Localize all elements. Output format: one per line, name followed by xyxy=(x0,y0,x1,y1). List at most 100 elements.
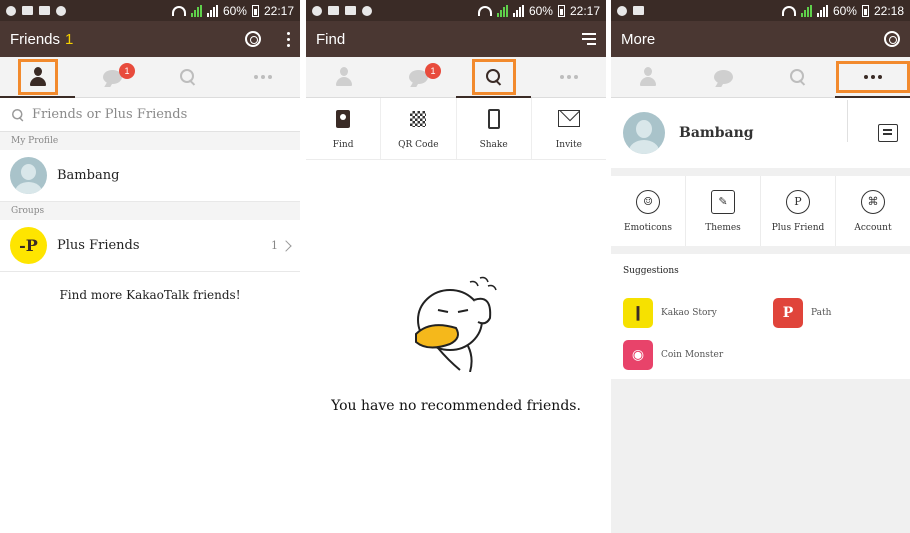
battery-icon xyxy=(557,4,565,17)
tab-chats[interactable] xyxy=(686,57,761,97)
suggestions-section: Suggestions ❙ Kakao Story P Path ◉ Coin … xyxy=(611,254,910,379)
find-id-button[interactable]: Find xyxy=(306,98,382,159)
grid-label: Account xyxy=(854,222,892,233)
emoticons-button[interactable]: ☺ Emoticons xyxy=(611,176,686,246)
suggestion-path[interactable]: P Path xyxy=(773,298,831,328)
settings-icon[interactable] xyxy=(884,31,900,47)
themes-button[interactable]: ✎ Themes xyxy=(686,176,761,246)
chevron-right-icon xyxy=(280,239,292,252)
suggestion-kakao-story[interactable]: ❙ Kakao Story xyxy=(623,298,717,328)
app-label: Path xyxy=(811,308,832,318)
id-card-icon xyxy=(336,109,351,128)
tab-chats[interactable]: 1 xyxy=(381,57,456,97)
plus-friends-count: 1 xyxy=(271,239,278,252)
battery-percent: 60% xyxy=(528,3,553,18)
notification-icon xyxy=(6,5,16,16)
tab-friends[interactable] xyxy=(306,57,381,97)
tab-search[interactable] xyxy=(150,57,225,97)
more-vertical-icon[interactable] xyxy=(287,31,290,47)
tab-friends[interactable] xyxy=(0,57,75,98)
search-input[interactable]: Friends or Plus Friends xyxy=(0,98,300,132)
person-icon xyxy=(335,67,353,87)
plus-friends-row[interactable]: -P Plus Friends 1 xyxy=(0,220,300,272)
signal-icon xyxy=(190,4,202,17)
tool-label: Shake xyxy=(479,139,508,150)
tab-bar: 1 xyxy=(0,57,300,98)
search-icon xyxy=(12,108,24,121)
chat-badge: 1 xyxy=(425,63,441,79)
message-icon xyxy=(39,6,50,15)
find-more-link[interactable]: Find more KakaoTalk friends! xyxy=(0,288,300,302)
tab-more[interactable] xyxy=(225,57,300,97)
notice-icon[interactable] xyxy=(878,124,898,142)
app-icon xyxy=(362,5,372,16)
status-bar: 60% 22:17 xyxy=(306,0,606,21)
signal-icon xyxy=(206,4,218,17)
more-screen: 60% 22:18 More Bambang ☺ Emoticons ✎ The… xyxy=(611,0,910,533)
search-placeholder: Friends or Plus Friends xyxy=(32,107,188,122)
suggestions-heading: Suggestions xyxy=(623,266,679,276)
tab-search[interactable] xyxy=(456,57,531,98)
section-header: My Profile xyxy=(0,132,300,150)
tab-search[interactable] xyxy=(761,57,836,97)
signal-icon xyxy=(800,4,812,17)
smile-icon: ☺ xyxy=(636,189,660,214)
wifi-icon xyxy=(477,5,492,16)
profile-card[interactable]: Bambang xyxy=(611,98,910,168)
person-icon xyxy=(29,67,47,87)
my-profile-row[interactable]: Bambang xyxy=(0,150,300,202)
highlight-box xyxy=(17,59,58,95)
account-button[interactable]: ⌘ Account xyxy=(836,176,910,246)
plus-friend-logo: -P xyxy=(10,227,47,264)
empty-message: You have no recommended friends. xyxy=(331,398,581,414)
app-label: Coin Monster xyxy=(661,350,724,360)
qr-code-button[interactable]: QR Code xyxy=(381,98,457,159)
profile-name: Bambang xyxy=(57,168,120,183)
tab-more[interactable] xyxy=(835,57,910,98)
clock: 22:17 xyxy=(569,3,600,18)
notification-icon xyxy=(312,5,322,16)
highlight-box xyxy=(471,59,516,95)
page-title: Find xyxy=(316,30,346,48)
find-screen: 60% 22:17 Find 1 Find QR Code Shake Invi… xyxy=(306,0,606,533)
tool-label: QR Code xyxy=(398,139,439,150)
shake-phone-icon xyxy=(487,108,500,129)
section-header: Groups xyxy=(0,202,300,220)
tab-friends[interactable] xyxy=(611,57,686,97)
plus-friend-button[interactable]: P Plus Friend xyxy=(761,176,836,246)
invite-button[interactable]: Invite xyxy=(532,98,606,159)
signal-icon xyxy=(512,4,524,17)
image-icon xyxy=(328,6,339,15)
shake-button[interactable]: Shake xyxy=(457,98,532,159)
plus-friends-count-wrap: 1 xyxy=(271,239,292,252)
friends-screen: 60% 22:17 Friends 1 1 Friends or Plus Fr… xyxy=(0,0,300,533)
tab-more[interactable] xyxy=(531,57,606,97)
plus-friends-label: Plus Friends xyxy=(57,238,140,253)
signal-icon xyxy=(816,4,828,17)
page-title: Friends xyxy=(10,30,61,48)
notification-icon xyxy=(617,5,627,16)
more-horizontal-icon xyxy=(863,75,882,79)
app-bar: Find xyxy=(306,21,606,57)
app-icon xyxy=(56,5,66,16)
message-icon xyxy=(633,6,644,15)
mail-icon xyxy=(557,110,580,127)
grid-label: Themes xyxy=(705,222,741,233)
sort-icon[interactable] xyxy=(582,33,596,45)
settings-icon[interactable] xyxy=(245,31,261,47)
more-horizontal-icon xyxy=(253,75,272,79)
suggestion-coin-monster[interactable]: ◉ Coin Monster xyxy=(623,340,723,370)
friend-count: 1 xyxy=(65,30,74,48)
chat-badge: 1 xyxy=(119,63,135,79)
search-icon xyxy=(485,69,502,85)
battery-percent: 60% xyxy=(832,3,857,18)
status-bar: 60% 22:18 xyxy=(611,0,910,21)
profile-name: Bambang xyxy=(679,125,754,141)
tab-bar xyxy=(611,57,910,98)
more-grid: ☺ Emoticons ✎ Themes P Plus Friend ⌘ Acc… xyxy=(611,176,910,246)
tab-chats[interactable]: 1 xyxy=(75,57,150,97)
battery-percent: 60% xyxy=(222,3,247,18)
tool-label: Find xyxy=(332,139,354,150)
account-icon: ⌘ xyxy=(861,189,885,214)
avatar xyxy=(623,112,665,154)
